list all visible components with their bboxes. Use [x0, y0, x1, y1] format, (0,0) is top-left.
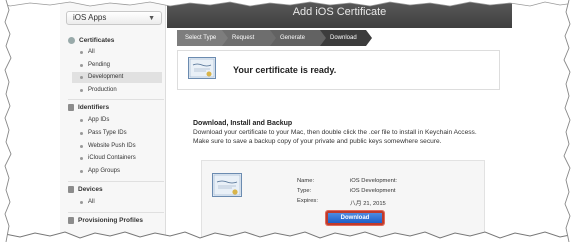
identifier-icon — [68, 104, 74, 111]
sidebar-item-icloud-containers[interactable]: iCloud Containers — [72, 153, 162, 164]
sidebar-divider — [68, 99, 164, 100]
cert-expires-value: 八月 21, 2015 — [350, 201, 386, 207]
ready-message: Your certificate is ready. — [233, 65, 337, 75]
sidebar-item-development[interactable]: Development — [72, 72, 162, 83]
device-icon — [68, 186, 74, 193]
cert-expires-label: Expires: — [297, 198, 318, 204]
section-certificates: Certificates — [68, 37, 114, 44]
step-request: Request — [222, 30, 276, 46]
cert-name-label: Name: — [297, 178, 315, 184]
sidebar-divider — [68, 181, 164, 182]
cert-type-label: Type: — [297, 188, 312, 194]
sidebar-item-app-ids[interactable]: App IDs — [72, 115, 162, 126]
ready-panel: Your certificate is ready. — [177, 50, 500, 90]
section-certificates-label: Certificates — [79, 37, 115, 44]
download-section-text: Download your certificate to your Mac, t… — [193, 129, 477, 145]
cert-name-value: iOS Development: — [350, 178, 398, 184]
torn-edge-right — [563, 0, 575, 242]
certificate-details-panel: Name: iOS Development: Type: iOS Develop… — [201, 160, 485, 238]
sidebar-item-app-groups[interactable]: App Groups — [72, 166, 162, 177]
section-provisioning-label: Provisioning Profiles — [78, 217, 144, 224]
torn-edge-left — [0, 0, 12, 242]
app-type-select-label: iOS Apps — [73, 13, 107, 22]
provisioning-icon — [68, 217, 74, 224]
section-identifiers: Identifiers — [68, 104, 109, 111]
screenshot-frame: iOS Apps ▼ Certificates All Pending Deve… — [0, 0, 575, 242]
app-type-select[interactable]: iOS Apps ▼ — [66, 11, 162, 25]
main-content: Add iOS Certificate Select Type Request … — [167, 0, 512, 242]
torn-edge-top — [0, 0, 575, 7]
certificate-icon — [188, 57, 216, 79]
sidebar-divider — [68, 212, 164, 213]
step-download: Download — [320, 30, 372, 46]
sidebar-item-devices-all[interactable]: All — [72, 197, 162, 208]
chevron-down-icon: ▼ — [148, 15, 155, 22]
sidebar-item-certificates-all[interactable]: All — [72, 47, 162, 58]
torn-edge-bottom — [0, 231, 575, 242]
sidebar-item-pass-type-ids[interactable]: Pass Type IDs — [72, 128, 162, 139]
section-identifiers-label: Identifiers — [78, 104, 110, 111]
section-devices-label: Devices — [78, 186, 103, 193]
sidebar: iOS Apps ▼ Certificates All Pending Deve… — [60, 0, 166, 242]
sidebar-item-production[interactable]: Production — [72, 85, 162, 96]
step-generate: Generate — [270, 30, 326, 46]
certificate-icon — [212, 173, 242, 197]
section-provisioning-profiles: Provisioning Profiles — [68, 217, 143, 224]
sidebar-item-website-push-ids[interactable]: Website Push IDs — [72, 141, 162, 152]
sidebar-item-pending[interactable]: Pending — [72, 60, 162, 71]
download-section-title: Download, Install and Backup — [193, 120, 293, 127]
section-devices: Devices — [68, 186, 103, 193]
progress-steps: Select Type Request Generate Download — [177, 30, 372, 46]
certificate-icon — [68, 37, 75, 44]
step-select-type: Select Type — [177, 30, 228, 46]
download-button[interactable]: Download — [326, 211, 384, 225]
cert-type-value: iOS Development — [350, 188, 396, 194]
